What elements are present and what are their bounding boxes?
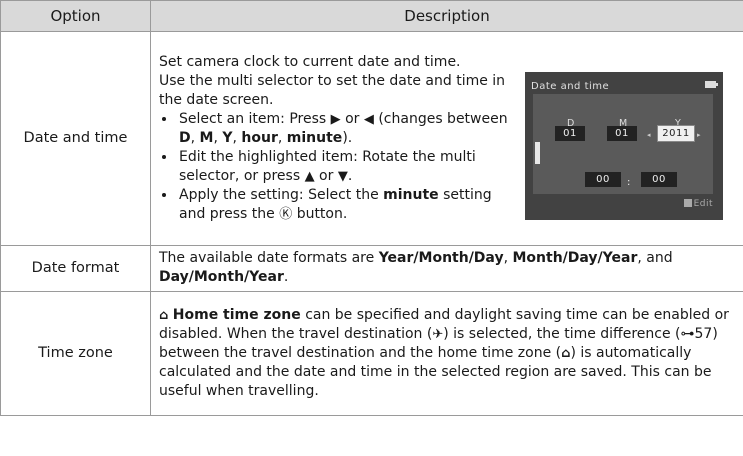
camera-date-screen: Date and time D M Y 01 01 ◂ 2011 ▸ 00 : … <box>525 71 723 220</box>
description-date-and-time: Set camera clock to current date and tim… <box>150 31 743 246</box>
option-time-zone: Time zone <box>0 291 151 416</box>
header-description: Description <box>150 0 743 32</box>
table-row: Time zone ⌂ Home time zone can be specif… <box>0 291 743 416</box>
edit-hint: Edit <box>683 195 713 214</box>
scroll-indicator <box>535 141 540 164</box>
ok-button-icon: Ⓚ <box>279 206 293 222</box>
arrow-down-icon: ▼ <box>337 168 348 184</box>
settings-table: Option Description Date and time Set cam… <box>0 0 743 416</box>
desc-paragraph: Use the multi selector to set the date a… <box>159 72 506 108</box>
table-row: Date format The available date formats a… <box>0 245 743 292</box>
home-icon: ⌂ <box>159 307 169 323</box>
camera-panel <box>533 93 713 194</box>
field-month: 01 <box>607 125 637 141</box>
description-date-format: The available date formats are Year/Mont… <box>150 245 743 292</box>
desc-paragraph: Set camera clock to current date and tim… <box>159 53 461 70</box>
table-header-row: Option Description <box>0 0 743 32</box>
arrow-left-icon: ◀ <box>363 111 374 127</box>
edit-icon <box>683 198 692 207</box>
list-item: Select an item: Press ▶ or ◀ (changes be… <box>177 110 509 148</box>
instruction-list: Select an item: Press ▶ or ◀ (changes be… <box>159 110 509 224</box>
arrow-right-icon: ▸ <box>697 130 702 139</box>
option-date-format: Date format <box>0 245 151 292</box>
time-colon: : <box>627 176 631 188</box>
page-reference: ⊶57 <box>680 325 713 342</box>
option-date-and-time: Date and time <box>0 31 151 246</box>
battery-icon <box>705 80 718 88</box>
plane-icon: ✈ <box>432 326 444 342</box>
arrow-up-icon: ▲ <box>304 168 315 184</box>
field-year: 2011 <box>657 124 695 142</box>
description-time-zone: ⌂ Home time zone can be specified and da… <box>150 291 743 416</box>
arrow-right-icon: ▶ <box>330 111 341 127</box>
arrow-left-icon: ◂ <box>647 130 652 139</box>
header-option: Option <box>0 0 151 32</box>
list-item: Edit the highlighted item: Rotate the mu… <box>177 148 509 186</box>
field-minute: 00 <box>641 171 677 187</box>
list-item: Apply the setting: Select the minute set… <box>177 186 509 224</box>
field-hour: 00 <box>585 171 621 187</box>
table-row: Date and time Set camera clock to curren… <box>0 31 743 246</box>
field-day: 01 <box>555 125 585 141</box>
